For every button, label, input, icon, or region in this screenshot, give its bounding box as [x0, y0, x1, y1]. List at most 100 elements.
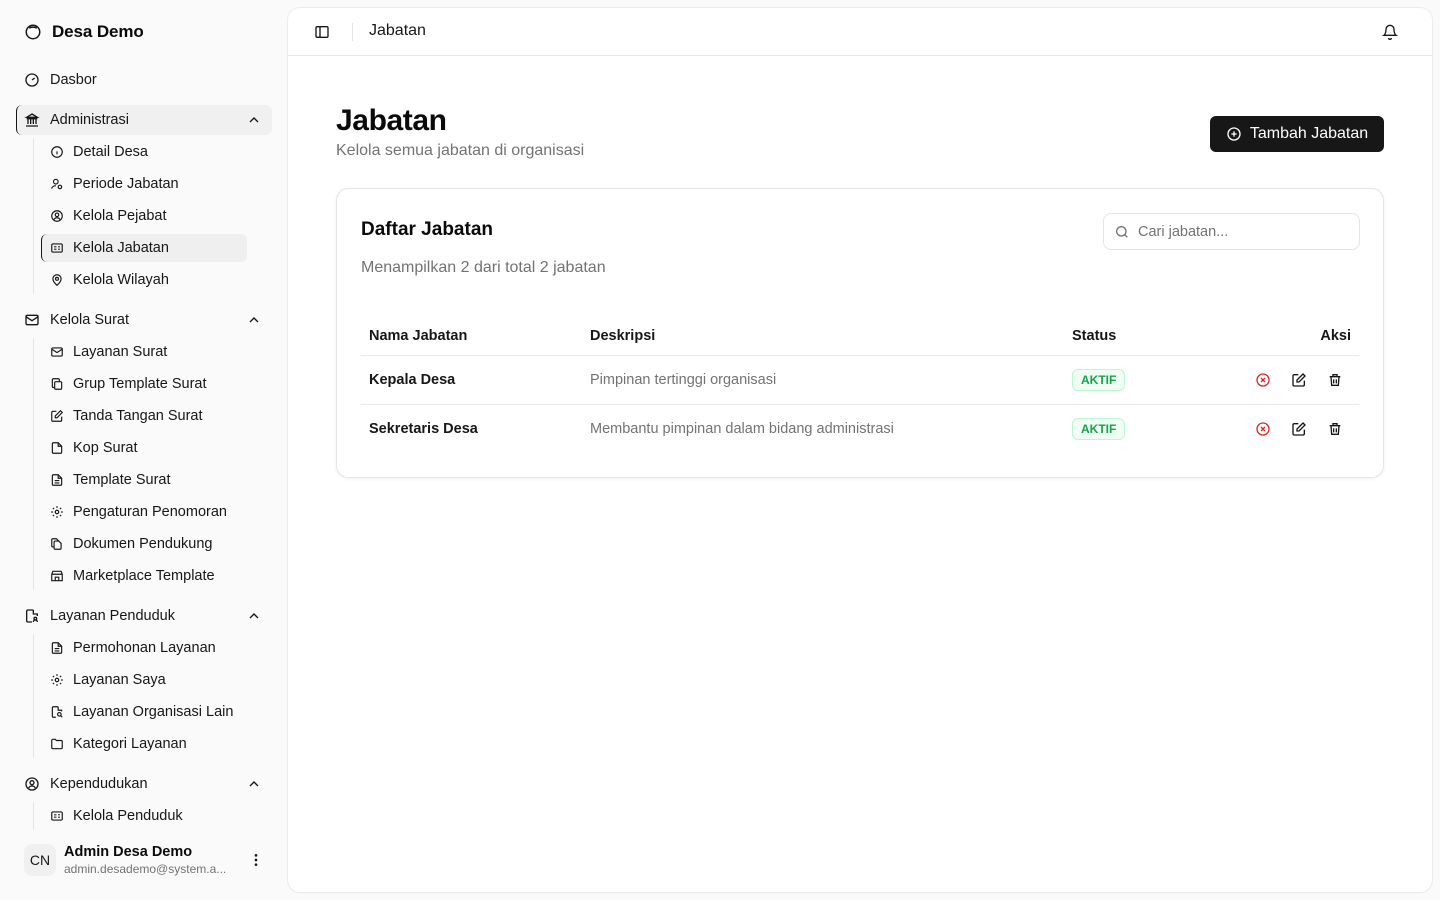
sidebar-item-marketplace-template[interactable]: Marketplace Template [41, 562, 247, 590]
deactivate-icon[interactable] [1255, 421, 1271, 437]
jabatan-table: Nama Jabatan Deskripsi Status Aksi Kepal… [361, 315, 1359, 454]
trash-icon[interactable] [1327, 372, 1343, 388]
sidebar-item-label: Grup Template Surat [73, 376, 207, 392]
user-profile[interactable]: CN Admin Desa Demo admin.desademo@system… [24, 840, 272, 880]
sidebar-item-pengaturan-penomoran[interactable]: Pengaturan Penomoran [41, 498, 247, 526]
sidebar-group-label: Layanan Penduduk [50, 608, 175, 624]
table-row: Kepala Desa Pimpinan tertinggi organisas… [361, 356, 1359, 405]
cell-name: Sekretaris Desa [369, 421, 478, 437]
table-header: Nama Jabatan Deskripsi Status Aksi [361, 315, 1359, 356]
edit-icon[interactable] [1291, 372, 1307, 388]
column-header-status: Status [1072, 328, 1117, 344]
cell-description: Membantu pimpinan dalam bidang administr… [590, 421, 894, 437]
user-info: Admin Desa Demo admin.desademo@system.a.… [64, 843, 238, 877]
search-icon [1114, 224, 1130, 240]
sidebar-item-dokumen-pendukung[interactable]: Dokumen Pendukung [41, 530, 247, 558]
gauge-icon [24, 72, 40, 88]
sidebar-item-label: Kop Surat [73, 440, 138, 456]
file-icon [50, 441, 64, 455]
sidebar-group-label: Kelola Surat [50, 312, 129, 328]
sidebar-item-label: Permohonan Layanan [73, 640, 216, 656]
sidebar-group-layanan-penduduk[interactable]: Layanan Penduduk [16, 601, 272, 631]
file-text-icon [50, 473, 64, 487]
submenu-line [33, 338, 34, 590]
card-title: Daftar Jabatan [361, 219, 493, 240]
sidebar-item-label: Dasbor [50, 72, 97, 88]
search-input[interactable] [1138, 223, 1338, 240]
sidebar-item-kelola-pejabat[interactable]: Kelola Pejabat [41, 202, 247, 230]
status-badge: AKTIF [1072, 418, 1126, 440]
sidebar-group-administrasi[interactable]: Administrasi [16, 105, 272, 135]
column-header-nama: Nama Jabatan [369, 328, 468, 344]
files-icon [50, 537, 64, 551]
page-title: Jabatan [336, 104, 447, 137]
bell-icon[interactable] [1382, 24, 1398, 40]
chevron-up-icon[interactable] [246, 312, 262, 328]
page-subtitle: Kelola semua jabatan di organisasi [336, 142, 585, 159]
sidebar-item-label: Detail Desa [73, 144, 148, 160]
sidebar-item-label: Layanan Organisasi Lain [73, 704, 234, 720]
more-vertical-icon[interactable] [248, 852, 264, 868]
sidebar-group-kependudukan[interactable]: Kependudukan [16, 769, 272, 799]
sidebar-item-kelola-jabatan[interactable]: Kelola Jabatan [41, 234, 247, 262]
sidebar-toggle-icon[interactable] [314, 24, 330, 40]
chevron-up-icon[interactable] [246, 776, 262, 792]
sidebar-group-label: Kependudukan [50, 776, 148, 792]
sidebar-item-tanda-tangan-surat[interactable]: Tanda Tangan Surat [41, 402, 247, 430]
sidebar-item-grup-template-surat[interactable]: Grup Template Surat [41, 370, 247, 398]
submenu-line [33, 138, 34, 294]
chevron-up-icon[interactable] [246, 112, 262, 128]
brand[interactable]: Desa Demo [24, 20, 144, 44]
settings-icon [50, 673, 64, 687]
mail-icon [50, 345, 64, 359]
building-icon [24, 112, 40, 128]
sidebar-item-kategori-layanan[interactable]: Kategori Layanan [41, 730, 247, 758]
pen-square-icon [50, 409, 64, 423]
sidebar-group-kelola-surat[interactable]: Kelola Surat [16, 305, 272, 335]
user-circle-icon [50, 209, 64, 223]
divider [352, 23, 353, 41]
jabatan-card: Daftar Jabatan Menampilkan 2 dari total … [336, 188, 1384, 478]
submenu-line [33, 634, 34, 758]
store-icon [50, 569, 64, 583]
card-subtitle: Menampilkan 2 dari total 2 jabatan [361, 259, 606, 276]
main-content: Jabatan Jabatan Kelola semua jabatan di … [288, 8, 1432, 892]
sidebar-item-label: Kategori Layanan [73, 736, 187, 752]
sidebar-item-layanan-saya[interactable]: Layanan Saya [41, 666, 247, 694]
info-icon [50, 145, 64, 159]
brand-name: Desa Demo [52, 22, 144, 41]
sidebar-item-label: Kelola Wilayah [73, 272, 169, 288]
chevron-up-icon[interactable] [246, 608, 262, 624]
sidebar-item-label: Pengaturan Penomoran [73, 504, 227, 520]
sidebar-item-label: Kelola Pejabat [73, 208, 167, 224]
mail-icon [24, 312, 40, 328]
edit-icon[interactable] [1291, 421, 1307, 437]
file-user-icon [24, 608, 40, 624]
sidebar-item-kop-surat[interactable]: Kop Surat [41, 434, 247, 462]
sidebar-item-kelola-wilayah[interactable]: Kelola Wilayah [41, 266, 247, 294]
submenu-line [33, 802, 34, 830]
sidebar-item-layanan-surat[interactable]: Layanan Surat [41, 338, 247, 366]
sidebar-item-label: Template Surat [73, 472, 171, 488]
sidebar-item-detail-desa[interactable]: Detail Desa [41, 138, 247, 166]
sidebar-item-template-surat[interactable]: Template Surat [41, 466, 247, 494]
column-header-aksi: Aksi [1320, 328, 1351, 344]
search-box [1103, 213, 1360, 250]
sidebar-item-label: Dokumen Pendukung [73, 536, 213, 552]
sidebar-item-kelola-penduduk[interactable]: Kelola Penduduk [41, 802, 247, 830]
copy-icon [50, 377, 64, 391]
logo-icon [24, 23, 42, 41]
deactivate-icon[interactable] [1255, 372, 1271, 388]
user-email: admin.desademo@system.a... [64, 862, 227, 876]
cell-name: Kepala Desa [369, 372, 456, 388]
sidebar-item-permohonan-layanan[interactable]: Permohonan Layanan [41, 634, 247, 662]
table-row: Sekretaris Desa Membantu pimpinan dalam … [361, 405, 1359, 454]
sidebar-item-label: Layanan Saya [73, 672, 166, 688]
cell-description: Pimpinan tertinggi organisasi [590, 372, 777, 388]
sidebar-item-periode-jabatan[interactable]: Periode Jabatan [41, 170, 247, 198]
sidebar-item-layanan-organisasi-lain[interactable]: Layanan Organisasi Lain [41, 698, 247, 726]
trash-icon[interactable] [1327, 421, 1343, 437]
sidebar-item-dashboard[interactable]: Dasbor [16, 65, 272, 95]
add-jabatan-button[interactable]: Tambah Jabatan [1210, 116, 1384, 152]
user-name: Admin Desa Demo [64, 844, 193, 860]
